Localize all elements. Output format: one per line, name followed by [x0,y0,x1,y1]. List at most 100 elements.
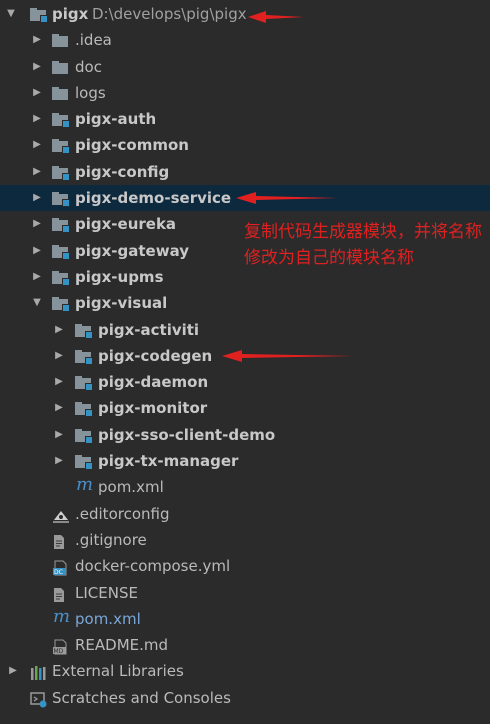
tree-row-scratches[interactable]: Scratches and Consoles [0,685,490,711]
tree-row-idea[interactable]: ▶ .idea [0,27,490,53]
tree-item-label[interactable]: Scratches and Consoles [52,685,231,711]
module-folder-icon [52,164,70,181]
annotation-arrow-root [248,11,304,23]
tree-row-pigx-monitor[interactable]: ▶ pigx-monitor [0,395,490,421]
text-file-icon [52,532,70,549]
collapsed-arrow-icon[interactable]: ▶ [30,185,44,211]
module-folder-icon [52,190,70,208]
module-folder-icon [75,322,93,339]
tree-row-pigx-tx-manager[interactable]: ▶ pigx-tx-manager [0,448,490,474]
module-folder-icon [30,6,48,23]
markdown-icon: MD [52,637,70,655]
tree-item-label[interactable]: pom.xml [98,474,164,500]
tree-item-label[interactable]: doc [75,54,102,80]
collapsed-arrow-icon[interactable]: ▶ [30,27,44,53]
tree-item-label[interactable]: pigx-config [75,159,169,185]
tree-row-docker-compose[interactable]: DC docker-compose.yml [0,553,490,579]
tree-row-root[interactable]: ▼ pigx D:\develops\pig\pigx [0,1,490,27]
collapsed-arrow-icon[interactable]: ▶ [30,54,44,80]
module-folder-icon [52,216,70,234]
tree-row-doc[interactable]: ▶ doc [0,54,490,80]
maven-icon: m [76,474,94,496]
libraries-icon [30,663,46,681]
tree-item-label[interactable]: docker-compose.yml [75,553,230,579]
folder-icon [52,32,70,48]
tree-row-logs[interactable]: ▶ logs [0,80,490,106]
collapsed-arrow-icon[interactable]: ▶ [52,448,66,474]
tree-item-label[interactable]: .gitignore [75,527,147,553]
collapsed-arrow-icon[interactable]: ▶ [52,422,66,448]
project-name[interactable]: pigx [52,1,88,27]
folder-icon [52,85,70,101]
tree-row-pigx-activiti[interactable]: ▶ pigx-activiti [0,317,490,343]
tree-row-license[interactable]: LICENSE [0,580,490,606]
svg-text:MD: MD [54,648,64,655]
module-folder-icon [75,453,93,471]
tree-item-label[interactable]: pigx-activiti [98,317,199,343]
tree-item-label[interactable]: pigx-auth [75,106,156,132]
text-file-icon [52,585,70,602]
module-folder-icon [75,374,93,392]
tree-row-readme[interactable]: MD README.md [0,632,490,658]
folder-icon [52,59,70,75]
tree-item-label[interactable]: pigx-upms [75,264,164,290]
tree-item-label[interactable]: pigx-daemon [98,369,208,395]
tree-row-pigx-auth[interactable]: ▶ pigx-auth [0,106,490,132]
project-path: D:\develops\pig\pigx [92,5,247,23]
tree-row-pigx-sso-client-demo[interactable]: ▶ pigx-sso-client-demo [0,422,490,448]
collapsed-arrow-icon[interactable]: ▶ [6,658,20,684]
module-folder-icon [75,348,93,365]
module-folder-icon [52,269,70,286]
tree-item-label[interactable]: pigx-codegen [98,343,212,369]
tree-item-label[interactable]: External Libraries [52,658,184,684]
tree-item-label[interactable]: .idea [75,27,112,53]
tree-item-label[interactable]: pigx-eureka [75,211,176,237]
module-folder-icon [52,137,70,155]
module-folder-icon [75,400,93,418]
tree-item-label[interactable]: pigx-common [75,132,189,158]
annotation-arrow-demo-service [236,192,338,204]
module-folder-icon [52,295,70,313]
tree-row-pigx-common[interactable]: ▶ pigx-common [0,132,490,158]
tree-item-label[interactable]: pigx-sso-client-demo [98,422,275,448]
expanded-arrow-icon[interactable]: ▼ [30,290,44,316]
tree-row-pigx-visual[interactable]: ▼ pigx-visual [0,290,490,316]
scratches-icon [30,690,47,708]
tree-item-label[interactable]: LICENSE [75,580,138,606]
annotation-arrow-codegen [222,350,354,362]
collapsed-arrow-icon[interactable]: ▶ [30,211,44,237]
tree-item-label[interactable]: logs [75,80,106,106]
tree-item-label[interactable]: pigx-tx-manager [98,448,238,474]
svg-text:DC: DC [54,569,63,576]
tree-item-label[interactable]: pigx-gateway [75,238,189,264]
tree-row-external-libraries[interactable]: ▶ External Libraries [0,658,490,684]
tree-row-pigx-config[interactable]: ▶ pigx-config [0,159,490,185]
collapsed-arrow-icon[interactable]: ▶ [30,80,44,106]
tree-row-gitignore[interactable]: .gitignore [0,527,490,553]
docker-compose-icon: DC [52,558,70,576]
tree-item-label[interactable]: pigx-visual [75,290,167,316]
module-folder-icon [52,243,70,260]
module-folder-icon [52,111,70,129]
collapsed-arrow-icon[interactable]: ▶ [30,264,44,290]
collapsed-arrow-icon[interactable]: ▶ [52,369,66,395]
tree-item-label[interactable]: pom.xml [75,606,141,632]
collapsed-arrow-icon[interactable]: ▶ [30,106,44,132]
collapsed-arrow-icon[interactable]: ▶ [52,343,66,369]
collapsed-arrow-icon[interactable]: ▶ [30,132,44,158]
collapsed-arrow-icon[interactable]: ▶ [52,317,66,343]
tree-item-label[interactable]: .editorconfig [75,501,169,527]
tree-row-pigx-daemon[interactable]: ▶ pigx-daemon [0,369,490,395]
tree-row-visual-pom[interactable]: m pom.xml [0,474,490,500]
tree-row-editorconfig[interactable]: .editorconfig [0,501,490,527]
tree-row-root-pom[interactable]: m pom.xml [0,606,490,632]
expanded-arrow-icon[interactable]: ▼ [4,1,18,27]
maven-icon: m [53,605,71,627]
tree-item-label[interactable]: README.md [75,632,168,658]
tree-item-label[interactable]: pigx-demo-service [75,185,231,211]
collapsed-arrow-icon[interactable]: ▶ [52,395,66,421]
annotation-note: 复制代码生成器模块，并将名称修改为自己的模块名称 [244,222,482,268]
collapsed-arrow-icon[interactable]: ▶ [30,238,44,264]
tree-item-label[interactable]: pigx-monitor [98,395,207,421]
collapsed-arrow-icon[interactable]: ▶ [30,159,44,185]
